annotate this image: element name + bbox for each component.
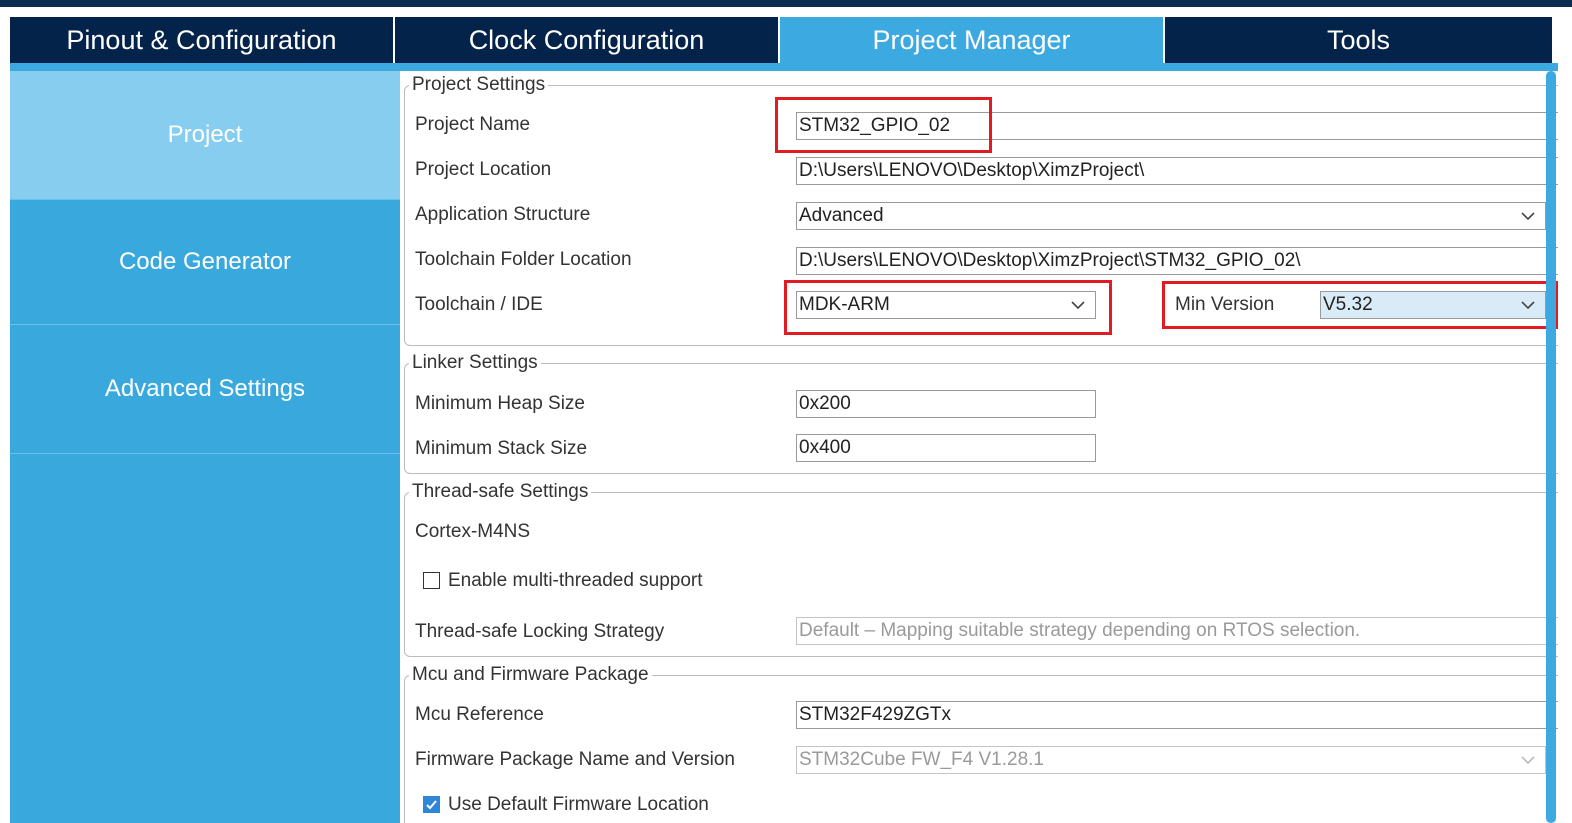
window-top-strip (0, 0, 1572, 7)
toolchain-folder-input[interactable]: D:\Users\LENOVO\Desktop\XimzProject\STM3… (796, 247, 1558, 275)
main-tab-bar: Pinout & Configuration Clock Configurati… (10, 17, 1558, 63)
project-name-input[interactable]: STM32_GPIO_02 (796, 112, 1558, 140)
toolchain-ide-select[interactable]: MDK-ARM (796, 291, 1096, 319)
linker-settings-legend: Linker Settings (409, 352, 541, 374)
locking-strategy-select[interactable]: Default – Mapping suitable strategy depe… (796, 617, 1558, 645)
chevron-down-icon (1069, 296, 1087, 314)
project-location-label: Project Location (415, 159, 552, 180)
mcu-reference-input[interactable]: STM32F429ZGTx (796, 701, 1558, 729)
sidebar-item-advanced-settings[interactable]: Advanced Settings (10, 325, 400, 454)
toolchain-ide-value: MDK-ARM (799, 294, 890, 315)
chevron-down-icon (1519, 296, 1537, 314)
stack-size-input[interactable]: 0x400 (796, 434, 1096, 462)
tab-project-manager[interactable]: Project Manager (780, 17, 1165, 63)
project-settings-legend: Project Settings (409, 74, 549, 96)
default-firmware-checkbox[interactable] (423, 796, 440, 813)
tab-clock-configuration[interactable]: Clock Configuration (395, 17, 780, 63)
application-structure-select[interactable]: Advanced (796, 202, 1546, 230)
firmware-package-select[interactable]: STM32Cube FW_F4 V1.28.1 (796, 746, 1546, 774)
tab-pinout-configuration[interactable]: Pinout & Configuration (10, 17, 395, 63)
firmware-package-label: Firmware Package Name and Version (415, 749, 735, 770)
multithread-checkbox[interactable] (423, 572, 440, 589)
mcu-reference-label: Mcu Reference (415, 704, 544, 725)
tab-tools[interactable]: Tools (1165, 17, 1552, 63)
default-firmware-label: Use Default Firmware Location (448, 794, 709, 815)
chevron-down-icon (1519, 751, 1537, 769)
project-settings-panel: Project Settings Project Name STM32_GPIO… (400, 71, 1558, 823)
mcu-firmware-legend: Mcu and Firmware Package (409, 664, 652, 686)
sidebar-item-project[interactable]: Project (10, 71, 400, 200)
thread-safe-legend: Thread-safe Settings (409, 481, 592, 503)
min-version-value: V5.32 (1323, 294, 1373, 315)
stack-size-label: Minimum Stack Size (415, 438, 588, 459)
toolchain-folder-label: Toolchain Folder Location (415, 249, 632, 270)
application-structure-label: Application Structure (415, 204, 591, 225)
sidebar: Project Code Generator Advanced Settings (10, 71, 400, 823)
toolchain-ide-label: Toolchain / IDE (415, 294, 543, 315)
firmware-package-value: STM32Cube FW_F4 V1.28.1 (799, 749, 1044, 770)
tab-underline (10, 63, 1558, 71)
min-version-select[interactable]: V5.32 (1320, 291, 1546, 319)
vertical-scrollbar[interactable] (1546, 71, 1556, 823)
scrollbar-thumb[interactable] (1546, 71, 1556, 823)
multithread-label: Enable multi-threaded support (448, 570, 703, 591)
locking-strategy-label: Thread-safe Locking Strategy (415, 621, 665, 642)
min-version-label: Min Version (1175, 294, 1275, 315)
heap-size-label: Minimum Heap Size (415, 393, 585, 414)
application-structure-value: Advanced (799, 205, 884, 226)
checkmark-icon (426, 800, 437, 810)
chevron-down-icon (1519, 207, 1537, 225)
heap-size-input[interactable]: 0x200 (796, 390, 1096, 418)
core-label: Cortex-M4NS (415, 521, 531, 542)
sidebar-item-code-generator[interactable]: Code Generator (10, 200, 400, 325)
project-name-label: Project Name (415, 114, 531, 135)
project-location-input[interactable]: D:\Users\LENOVO\Desktop\XimzProject\ (796, 157, 1558, 185)
